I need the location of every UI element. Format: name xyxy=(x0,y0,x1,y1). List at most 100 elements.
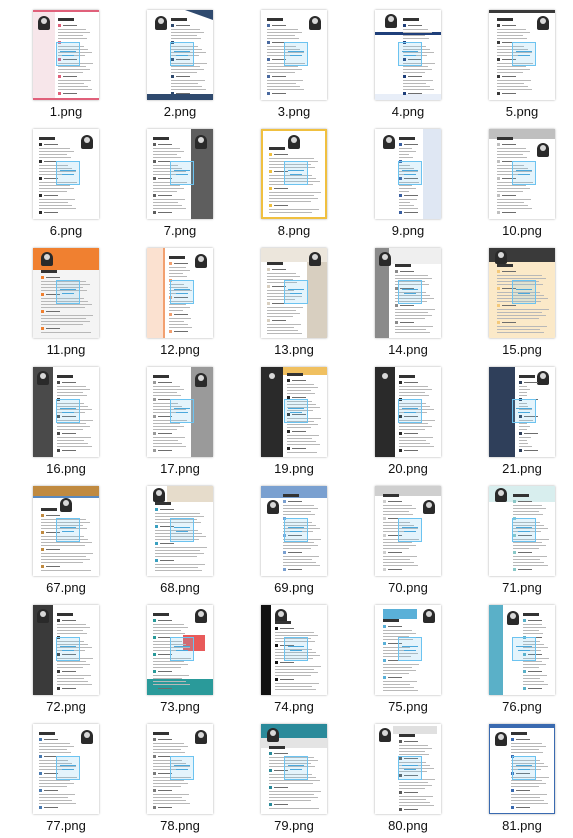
file-tile[interactable]: 12.png xyxy=(125,242,235,358)
file-tile[interactable]: 80.png xyxy=(353,718,463,834)
text-line xyxy=(267,29,298,30)
file-tile[interactable]: 11.png xyxy=(11,242,121,358)
file-tile[interactable]: 72.png xyxy=(11,599,121,715)
section-marker xyxy=(275,644,278,647)
file-tile[interactable]: 6.png xyxy=(11,123,121,239)
avatar xyxy=(195,609,207,623)
file-tile[interactable]: 77.png xyxy=(11,718,121,834)
avatar xyxy=(37,371,49,385)
section-heading xyxy=(63,25,77,26)
file-tile[interactable]: 79.png xyxy=(239,718,349,834)
text-line xyxy=(383,633,416,634)
file-tile[interactable]: 68.png xyxy=(125,480,235,596)
section-marker xyxy=(519,449,522,452)
file-name: 5.png xyxy=(505,104,539,119)
text-line xyxy=(283,559,312,560)
file-tile[interactable]: 73.png xyxy=(125,599,235,715)
text-line xyxy=(57,395,87,396)
section-marker xyxy=(267,41,270,44)
section-marker xyxy=(269,752,272,755)
file-tile[interactable]: 15.png xyxy=(467,242,573,358)
text-line xyxy=(153,794,189,795)
file-tile[interactable]: 81.png xyxy=(467,718,573,834)
file-tile[interactable]: 3.png xyxy=(239,4,349,120)
file-name: 81.png xyxy=(502,818,542,833)
section-marker xyxy=(267,24,270,27)
file-tile[interactable]: 78.png xyxy=(125,718,235,834)
text-line xyxy=(267,32,302,33)
file-tile[interactable]: 70.png xyxy=(353,480,463,596)
file-tile[interactable]: 74.png xyxy=(239,599,349,715)
file-tile[interactable]: 4.png xyxy=(353,4,463,120)
file-tile[interactable]: 16.png xyxy=(11,361,121,477)
file-name: 3.png xyxy=(277,104,311,119)
text-line xyxy=(403,32,432,33)
name-heading xyxy=(399,137,415,140)
section-marker xyxy=(39,194,42,197)
file-tile[interactable]: 67.png xyxy=(11,480,121,596)
name-heading xyxy=(399,734,415,737)
text-line xyxy=(513,511,539,512)
text-line xyxy=(39,780,70,781)
section-marker xyxy=(153,449,156,452)
section-marker xyxy=(153,772,156,775)
text-line xyxy=(519,437,531,438)
text-line xyxy=(399,785,432,786)
file-tile[interactable]: 8.png xyxy=(239,123,349,239)
section-marker xyxy=(153,194,156,197)
file-tile[interactable]: 21.png xyxy=(467,361,573,477)
file-tile[interactable]: 17.png xyxy=(125,361,235,477)
name-heading xyxy=(513,494,529,497)
name-heading xyxy=(153,137,169,140)
file-tile[interactable]: 7.png xyxy=(125,123,235,239)
name-heading xyxy=(41,270,57,273)
file-tile[interactable]: 71.png xyxy=(467,480,573,596)
section-heading xyxy=(388,626,402,627)
resume-thumbnail xyxy=(489,367,555,457)
section-heading xyxy=(46,566,60,567)
file-tile[interactable]: 76.png xyxy=(467,599,573,715)
file-tile[interactable]: 14.png xyxy=(353,242,463,358)
section-heading xyxy=(404,382,418,383)
section-marker xyxy=(39,160,42,163)
file-tile[interactable]: 69.png xyxy=(239,480,349,596)
text-line xyxy=(519,446,532,447)
file-tile[interactable]: 2.png xyxy=(125,4,235,120)
file-tile[interactable]: 20.png xyxy=(353,361,463,477)
header-bar xyxy=(489,724,555,728)
watermark-icon xyxy=(56,280,80,304)
text-line xyxy=(269,158,314,159)
text-line xyxy=(399,154,409,155)
name-heading xyxy=(267,18,283,21)
file-name: 9.png xyxy=(391,223,425,238)
text-line xyxy=(267,72,295,73)
section-marker xyxy=(57,687,60,690)
text-line xyxy=(399,748,432,749)
text-line xyxy=(267,66,298,67)
text-line xyxy=(267,333,302,334)
section-marker xyxy=(39,755,42,758)
text-line xyxy=(39,157,71,158)
text-line xyxy=(57,389,90,390)
sidebar xyxy=(489,605,503,695)
file-tile[interactable]: 5.png xyxy=(467,4,573,120)
text-line xyxy=(519,386,527,387)
section-marker xyxy=(169,330,172,333)
text-line xyxy=(403,35,425,36)
text-line xyxy=(39,800,72,801)
file-tile[interactable]: 9.png xyxy=(353,123,463,239)
section-marker xyxy=(171,24,174,27)
file-tile[interactable]: 10.png xyxy=(467,123,573,239)
text-line xyxy=(39,199,75,200)
text-line xyxy=(58,72,83,73)
file-tile[interactable]: 1.png xyxy=(11,4,121,120)
section-marker xyxy=(287,447,290,450)
file-tile[interactable]: 13.png xyxy=(239,242,349,358)
text-line xyxy=(497,148,526,149)
text-line xyxy=(383,664,419,665)
file-tile[interactable]: 19.png xyxy=(239,361,349,477)
resume-thumbnail xyxy=(261,248,327,338)
text-line xyxy=(153,624,184,625)
file-tile[interactable]: 75.png xyxy=(353,599,463,715)
header-bar xyxy=(383,609,417,619)
